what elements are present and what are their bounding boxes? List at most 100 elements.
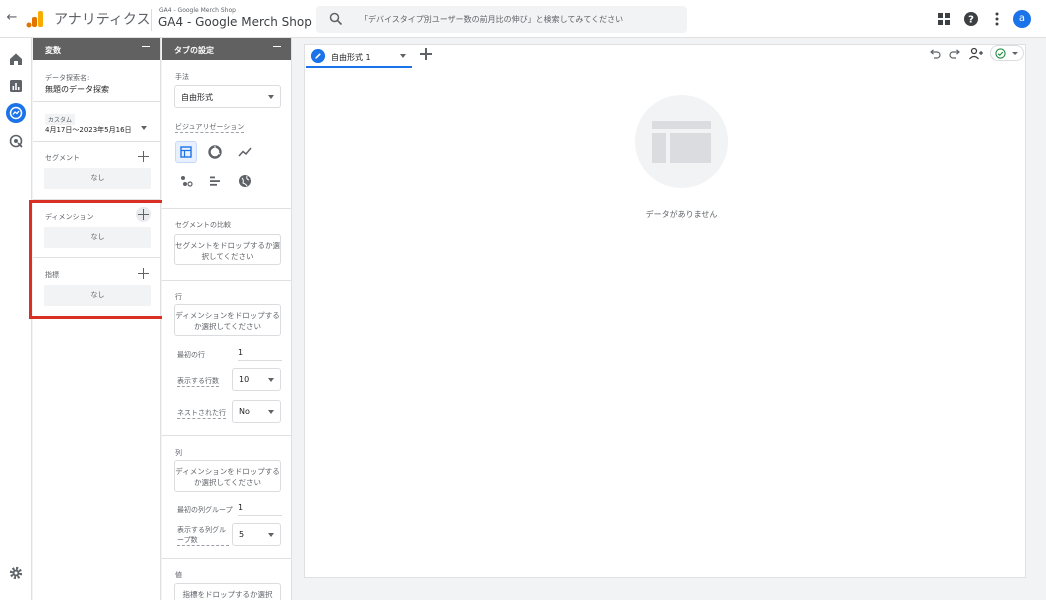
collapse-tab-settings-icon[interactable]: [273, 46, 281, 47]
add-dimension-icon[interactable]: [136, 207, 151, 222]
account-avatar[interactable]: a: [1013, 10, 1031, 28]
chevron-down-icon: [268, 410, 274, 414]
settings-icon[interactable]: [8, 565, 24, 581]
date-range-chevron-down-icon[interactable]: [141, 126, 147, 130]
status-chevron-down-icon: [1012, 52, 1018, 55]
collapse-variables-icon[interactable]: [142, 46, 150, 47]
viz-donut-button[interactable]: [204, 141, 226, 163]
tab-settings-title: タブの設定: [174, 46, 214, 55]
rows-count-value: 10: [239, 375, 250, 384]
top-app-bar: ← アナリティクス GA4 - Google Merch Shop GA4 - …: [0, 0, 1046, 38]
segment-none: なし: [44, 168, 151, 189]
divider: [162, 558, 292, 559]
add-metric-icon[interactable]: [138, 268, 149, 279]
divider: [162, 280, 292, 281]
empty-table-icon: [652, 121, 711, 163]
nested-rows-value: No: [239, 407, 250, 416]
bar-chart-icon: [210, 176, 220, 186]
advertising-icon[interactable]: [8, 133, 24, 149]
search-placeholder: 「デバイスタイプ別ユーザー数の前月比の伸び」と検索してみてください: [360, 15, 624, 24]
columns-dropzone[interactable]: ディメンションをドロップするか選択してください: [174, 460, 281, 492]
segment-compare-label: セグメントの比較: [175, 221, 231, 229]
viz-line-button[interactable]: [234, 141, 256, 163]
chevron-down-icon: [268, 95, 274, 99]
first-col-group-label: 最初の列グループ: [177, 506, 233, 514]
values-dropzone[interactable]: 指標をドロップするか選択: [174, 583, 281, 600]
globe-icon: [239, 175, 251, 187]
dimension-none: なし: [44, 227, 151, 248]
no-data-message: データがありません: [645, 210, 718, 219]
divider: [33, 101, 161, 102]
home-icon[interactable]: [8, 51, 24, 67]
back-arrow-icon[interactable]: ←: [4, 10, 20, 26]
viz-map-button[interactable]: [234, 170, 256, 192]
help-icon[interactable]: ?: [963, 11, 979, 27]
technique-select[interactable]: 自由形式: [174, 85, 281, 108]
svg-text:?: ?: [968, 15, 974, 26]
add-segment-icon[interactable]: [138, 151, 149, 162]
chevron-down-icon: [268, 378, 274, 382]
analytics-logo-icon: [26, 11, 43, 28]
nested-rows-label: ネストされた行: [177, 409, 226, 419]
more-vert-icon[interactable]: [989, 11, 1005, 27]
status-check-icon: [995, 48, 1006, 59]
first-row-input[interactable]: 1: [238, 348, 282, 361]
visualization-label: ビジュアリゼーション: [175, 123, 245, 133]
tab-name: 自由形式 1: [331, 53, 371, 62]
nested-rows-select[interactable]: No: [232, 400, 281, 423]
property-name[interactable]: GA4 - Google Merch Shop: [158, 15, 312, 29]
apps-grid-icon[interactable]: [936, 11, 952, 27]
first-col-group-input[interactable]: 1: [238, 503, 282, 516]
tab-settings-header: タブの設定: [162, 38, 291, 60]
chevron-down-icon: [268, 533, 274, 537]
technique-label: 手法: [175, 73, 189, 81]
product-name: アナリティクス: [54, 12, 151, 28]
technique-value: 自由形式: [181, 93, 213, 102]
divider: [33, 141, 161, 142]
dimension-label: ディメンション: [45, 213, 94, 221]
redo-icon[interactable]: [948, 47, 962, 61]
explore-icon[interactable]: [6, 103, 26, 123]
rows-count-select[interactable]: 10: [232, 368, 281, 391]
rows-count-label: 表示する行数: [177, 377, 219, 387]
active-tab-indicator: [306, 66, 412, 68]
exploration-name-input[interactable]: 無題のデータ探索: [45, 84, 109, 95]
col-groups-select[interactable]: 5: [232, 523, 281, 546]
header-divider: [151, 9, 152, 31]
exploration-name-label: データ探索名:: [45, 74, 90, 82]
donut-chart-icon: [208, 145, 222, 159]
segment-label: セグメント: [45, 154, 80, 162]
status-button[interactable]: [990, 45, 1024, 61]
col-groups-value: 5: [239, 530, 245, 539]
pencil-icon: [311, 49, 325, 63]
search-bar[interactable]: 「デバイスタイプ別ユーザー数の前月比の伸び」と検索してみてください: [316, 6, 687, 33]
add-tab-icon[interactable]: [420, 48, 432, 60]
variables-panel-title: 変数: [45, 46, 61, 55]
segment-compare-dropzone[interactable]: セグメントをドロップするか選択してください: [174, 234, 281, 265]
values-label: 値: [175, 571, 182, 579]
line-chart-icon: [238, 147, 252, 157]
date-range-picker[interactable]: 4月17日～2023年5月16日: [45, 125, 132, 135]
share-icon[interactable]: [968, 46, 984, 62]
scatter-plot-icon: [181, 176, 193, 187]
account-name[interactable]: GA4 - Google Merch Shop: [159, 7, 236, 14]
divider: [162, 208, 292, 209]
empty-state-illustration: [635, 95, 728, 188]
tab-chevron-down-icon[interactable]: [400, 54, 406, 58]
rows-dropzone[interactable]: ディメンションをドロップするか選択してください: [174, 304, 281, 336]
metric-none: なし: [44, 285, 151, 306]
nav-rail: [0, 38, 32, 600]
tab-freeform-1[interactable]: 自由形式 1: [306, 45, 412, 67]
reports-icon[interactable]: [8, 78, 24, 94]
rows-label: 行: [175, 293, 182, 301]
undo-icon[interactable]: [928, 47, 942, 61]
date-chip: カスタム: [45, 114, 76, 125]
search-icon: [329, 12, 343, 26]
columns-label: 列: [175, 449, 182, 457]
viz-table-button[interactable]: [175, 141, 197, 163]
viz-bar-button[interactable]: [204, 170, 226, 192]
first-row-label: 最初の行: [177, 351, 205, 359]
viz-scatter-button[interactable]: [175, 170, 197, 192]
variables-panel-header: 変数: [33, 38, 160, 60]
table-icon: [180, 146, 192, 158]
